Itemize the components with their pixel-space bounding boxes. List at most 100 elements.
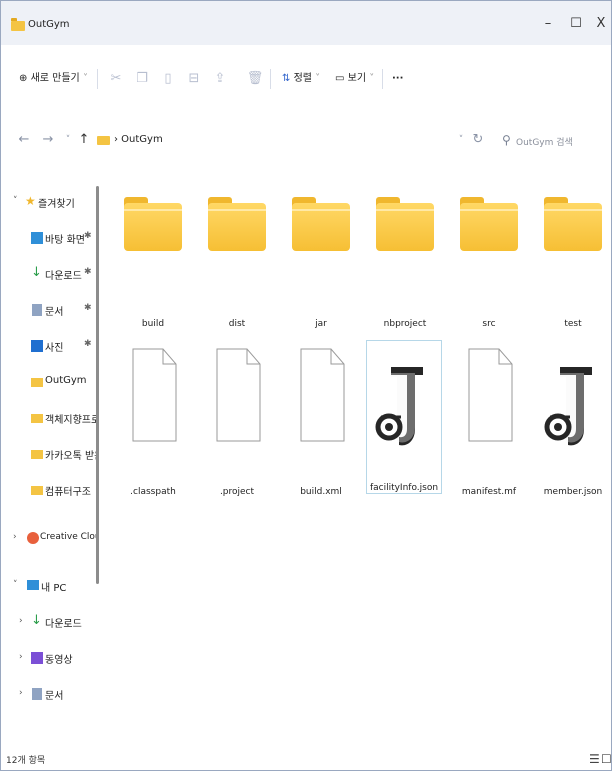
sidebar-item-computer-architecture[interactable]: 컴퓨터구조 (1, 475, 97, 505)
rename-icon[interactable]: ⊟ (185, 69, 203, 89)
chevron-down-icon: ˅ (315, 73, 321, 84)
blank-file-icon (132, 348, 177, 442)
video-icon (31, 652, 43, 664)
star-icon: ★ (25, 194, 36, 208)
sort-button-label: 정렬 (293, 73, 312, 84)
folder-icon (31, 486, 43, 495)
minimize-button[interactable]: – (536, 13, 560, 35)
folder-item-dist[interactable]: dist (192, 173, 282, 333)
sidebar-item-label: 사진 (45, 343, 64, 354)
address-bar: ← → ˅ ↑ › OutGym ˅ ↻ ⚲ OutGym 검색 (1, 121, 611, 161)
folder-icon (288, 173, 354, 293)
cut-icon[interactable]: ✂ (107, 69, 125, 89)
sidebar-item-label: 문서 (45, 307, 64, 318)
chevron-right-icon: › (13, 532, 17, 542)
file-item-project[interactable]: .project (192, 341, 282, 501)
title-bar: OutGym – ☐ X (1, 1, 611, 45)
more-options-button[interactable]: ··· (392, 69, 403, 89)
share-icon[interactable]: ⇪ (211, 69, 229, 89)
view-button-label: 보기 (347, 73, 367, 84)
view-button[interactable]: ▭ 보기 ˅ (335, 69, 374, 89)
folder-icon (372, 173, 438, 293)
sidebar-item-pc-downloads[interactable]: › ↓ 다운로드 (1, 607, 97, 637)
refresh-icon[interactable]: ↻ (469, 131, 487, 149)
copy-icon[interactable]: ❐ (133, 69, 151, 89)
file-name: build.xml (300, 487, 342, 497)
sidebar-item-label: 바탕 화면 (45, 235, 85, 246)
plus-circle-icon: ⊕ (19, 73, 28, 84)
close-button[interactable]: X (589, 13, 612, 35)
address-dropdown-chevron-icon[interactable]: ˅ (452, 131, 470, 149)
view-icon: ▭ (335, 73, 345, 84)
pin-icon[interactable]: ✱ (84, 267, 92, 277)
folder-icon (456, 173, 522, 293)
chevron-down-icon: ˅ (13, 580, 18, 590)
file-item-classpath[interactable]: .classpath (108, 341, 198, 501)
sidebar-item-pictures[interactable]: 사진 ✱ (1, 331, 97, 361)
file-item-manifest[interactable]: manifest.mf (444, 341, 534, 501)
folder-item-src[interactable]: src (444, 173, 534, 333)
toolbar-divider (270, 69, 271, 89)
sidebar-item-pc-documents[interactable]: › 문서 (1, 679, 97, 709)
sidebar-item-label: 동영상 (45, 655, 73, 666)
large-icons-view-icon[interactable]: ☐ (601, 752, 612, 766)
folder-item-nbproject[interactable]: nbproject (360, 173, 450, 333)
pictures-icon (31, 340, 43, 352)
paste-icon[interactable]: ▯ (159, 69, 177, 89)
folder-item-jar[interactable]: jar (276, 173, 366, 333)
sort-button[interactable]: ⇅ 정렬 ˅ (282, 69, 320, 89)
sidebar-item-oop-folder[interactable]: 객체지향프로그 (1, 403, 97, 433)
folder-item-test[interactable]: test (528, 173, 612, 333)
sidebar-item-desktop[interactable]: 바탕 화면 ✱ (1, 223, 97, 253)
search-placeholder: OutGym 검색 (516, 138, 573, 148)
up-arrow-icon[interactable]: ↑ (75, 131, 93, 149)
download-icon: ↓ (31, 613, 42, 628)
chevron-right-icon: › (19, 652, 23, 662)
json-app-icon (544, 367, 592, 446)
back-arrow-icon[interactable]: ← (15, 131, 33, 149)
folder-icon (540, 173, 606, 293)
sidebar-item-favorites[interactable]: ˅ ★ 즐겨찾기 (1, 187, 97, 217)
document-icon (32, 688, 42, 700)
navigation-scrollbar[interactable] (96, 186, 99, 584)
pin-icon[interactable]: ✱ (84, 339, 92, 349)
forward-arrow-icon[interactable]: → (39, 131, 57, 149)
chevron-right-icon: › (19, 616, 23, 626)
file-item-build-xml[interactable]: build.xml (276, 341, 366, 501)
sidebar-item-label: 컴퓨터구조 (45, 487, 91, 498)
new-button[interactable]: ⊕ 새로 만들기 ˅ (19, 69, 88, 89)
new-button-label: 새로 만들기 (30, 73, 80, 84)
sidebar-item-label: 객체지향프로그 (45, 415, 97, 426)
file-item-member-json[interactable]: member.json (528, 341, 612, 501)
creative-cloud-icon (27, 532, 39, 544)
status-bar: 12개 항목 ☰ ☐ (1, 749, 612, 771)
folder-item-build[interactable]: build (108, 173, 198, 333)
sidebar-item-label: 다운로드 (45, 271, 82, 282)
pin-icon[interactable]: ✱ (84, 303, 92, 313)
folder-icon (11, 18, 25, 31)
folder-icon (31, 378, 43, 387)
sidebar-item-downloads[interactable]: ↓ 다운로드 ✱ (1, 259, 97, 289)
sidebar-item-this-pc[interactable]: ˅ 내 PC (1, 571, 97, 601)
chevron-down-icon: ˅ (82, 73, 88, 84)
blank-file-icon (216, 348, 261, 442)
search-input[interactable]: ⚲ OutGym 검색 (496, 128, 611, 154)
sidebar-item-label: OutGym (45, 375, 87, 386)
download-icon: ↓ (31, 265, 42, 280)
file-name: member.json (543, 487, 603, 497)
sidebar-item-label: Creative Cloud F (40, 532, 97, 542)
details-view-icon[interactable]: ☰ (589, 752, 600, 766)
file-item-facilityinfo-json[interactable]: facilityInfo.json (366, 340, 442, 494)
sidebar-item-kakaotalk-folder[interactable]: 카카오톡 받은 (1, 439, 97, 469)
sidebar-item-videos[interactable]: › 동영상 (1, 643, 97, 673)
delete-icon[interactable]: 🗑 (246, 69, 264, 89)
maximize-button[interactable]: ☐ (564, 13, 588, 35)
sidebar-item-documents[interactable]: 문서 ✱ (1, 295, 97, 325)
sidebar-item-creative-cloud[interactable]: › Creative Cloud F (1, 523, 97, 553)
folder-icon (204, 173, 270, 293)
sidebar-item-outgym[interactable]: OutGym (1, 367, 97, 397)
address-field[interactable]: › OutGym (94, 128, 490, 154)
sort-icon: ⇅ (282, 73, 291, 84)
window-title: OutGym (28, 19, 70, 30)
pin-icon[interactable]: ✱ (84, 231, 92, 241)
